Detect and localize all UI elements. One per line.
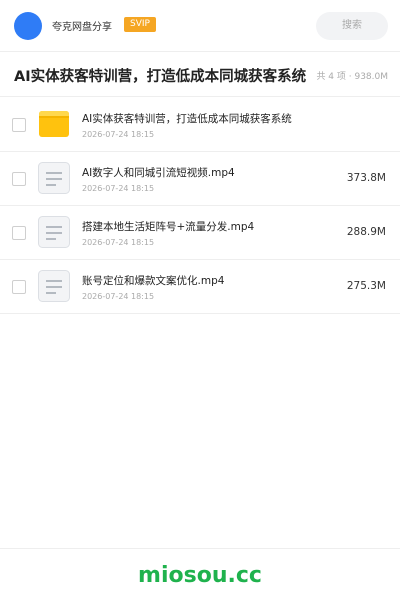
footer: miosou.cc (0, 548, 400, 600)
folder-title-row: AI实体获客特训营，打造低成本同城获客系统 共 4 项 · 938.0M (0, 53, 400, 97)
folder-meta: 共 4 项 · 938.0M (316, 72, 388, 82)
search-button[interactable]: 搜索 (316, 12, 388, 40)
document-icon (38, 162, 70, 194)
file-size: 275.3M (346, 280, 386, 292)
file-date: 2026-07-24 18:15 (82, 238, 155, 247)
file-date: 2026-07-24 18:15 (82, 130, 155, 139)
file-size: 288.9M (346, 226, 386, 238)
footer-brand[interactable]: miosou.cc (0, 563, 400, 588)
file-name: AI实体获客特训营，打造低成本同城获客系统 (82, 113, 292, 125)
list-item[interactable]: 账号定位和爆款文案优化.mp4 2026-07-24 18:15 275.3M (0, 260, 400, 314)
list-item[interactable]: 搭建本地生活矩阵号+流量分发.mp4 2026-07-24 18:15 288.… (0, 206, 400, 260)
file-name: 搭建本地生活矩阵号+流量分发.mp4 (82, 221, 255, 233)
page-title: AI实体获客特训营，打造低成本同城获客系统 (14, 69, 307, 85)
select-checkbox[interactable] (12, 118, 26, 132)
share-page: 夸克网盘分享 SVIP 搜索 AI实体获客特训营，打造低成本同城获客系统 共 4… (0, 0, 400, 600)
file-date: 2026-07-24 18:15 (82, 292, 155, 301)
list-item[interactable]: AI实体获客特训营，打造低成本同城获客系统 2026-07-24 18:15 (0, 98, 400, 152)
select-checkbox[interactable] (12, 172, 26, 186)
folder-icon (39, 111, 69, 137)
select-checkbox[interactable] (12, 280, 26, 294)
list-item[interactable]: AI数字人和同城引流短视频.mp4 2026-07-24 18:15 373.8… (0, 152, 400, 206)
file-name: AI数字人和同城引流短视频.mp4 (82, 167, 235, 179)
file-name: 账号定位和爆款文案优化.mp4 (82, 275, 225, 287)
select-checkbox[interactable] (12, 226, 26, 240)
header: 夸克网盘分享 SVIP 搜索 (0, 0, 400, 52)
file-date: 2026-07-24 18:15 (82, 184, 155, 193)
avatar[interactable] (14, 12, 42, 40)
document-icon (38, 270, 70, 302)
file-size: 373.8M (346, 172, 386, 184)
svip-badge: SVIP (124, 17, 156, 32)
document-icon (38, 216, 70, 248)
user-name: 夸克网盘分享 (52, 22, 112, 33)
